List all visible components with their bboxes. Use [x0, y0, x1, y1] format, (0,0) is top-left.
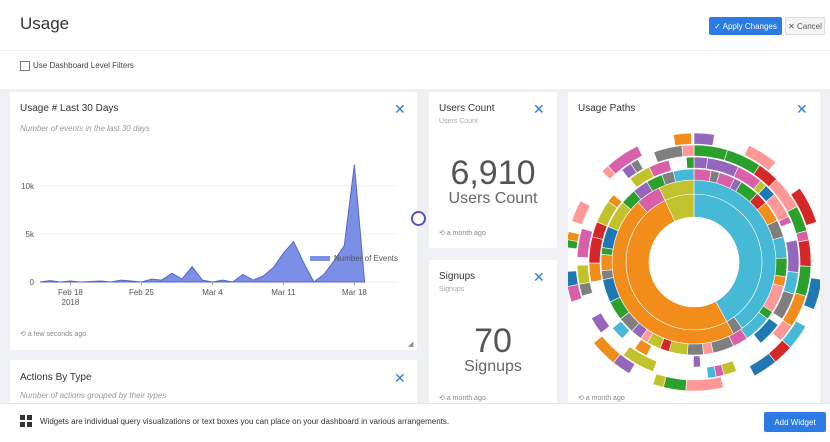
sunburst-segment — [706, 365, 717, 379]
widget-subtitle: Signups — [439, 286, 465, 293]
series-area — [39, 164, 366, 283]
sunburst-segment — [797, 239, 812, 267]
x-tick-label: Feb 25 — [129, 288, 154, 297]
sunburst-segment — [601, 269, 614, 280]
widget-title: Signups — [439, 271, 476, 282]
counter-value: 6,910 — [450, 154, 536, 192]
dashboard-filters-label: Use Dashboard Level Filters — [33, 61, 134, 70]
close-icon[interactable]: ✕ — [796, 102, 808, 116]
x-tick-label: Mar 11 — [271, 288, 296, 297]
y-tick-label: 5k — [26, 230, 35, 239]
clock-icon: ⟲ — [578, 395, 586, 402]
sunburst-segment — [693, 355, 701, 368]
x-tick-label: Feb 18 — [58, 288, 83, 297]
widget-subtitle: Users Count — [439, 118, 478, 125]
sunburst-segment — [578, 281, 593, 297]
widget-timestamp: ⟲ a month ago — [578, 395, 625, 402]
sunburst-segment — [652, 373, 667, 388]
widget-title: Users Count — [439, 103, 495, 114]
chart-legend: Number of Events — [310, 254, 398, 263]
sunburst-segment — [568, 231, 580, 242]
add-widget-button[interactable]: Add Widget — [764, 412, 826, 432]
sunburst-segment — [672, 168, 695, 183]
y-tick-label: 10k — [21, 182, 35, 191]
sunburst-segment — [685, 376, 724, 392]
add-widget-hint: Widgets are individual query visualizati… — [40, 417, 450, 426]
sunburst-segment — [600, 254, 613, 272]
sunburst-segment — [568, 270, 579, 287]
drag-handle-icon[interactable] — [411, 211, 426, 226]
counter-label: Signups — [464, 358, 522, 375]
dashboard-filters-checkbox[interactable] — [20, 61, 30, 71]
sunburst-segment — [576, 264, 591, 285]
widget-timestamp: ⟲ a month ago — [439, 230, 486, 237]
legend-label: Number of Events — [334, 254, 398, 263]
close-icon[interactable]: ✕ — [394, 371, 406, 385]
widget-subtitle: Number of actions grouped by their types — [20, 391, 167, 400]
widget-timestamp: ⟲ a few seconds ago — [20, 331, 87, 338]
close-icon[interactable]: ✕ — [533, 270, 545, 284]
sunburst-segment — [774, 257, 788, 278]
apply-changes-button[interactable]: ✓ Apply Changes — [709, 17, 782, 35]
sunburst-segment — [672, 132, 692, 146]
users-count-widget: Users Count Users Count ✕ 6,910 Users Co… — [429, 92, 557, 248]
sunburst-segment — [702, 341, 714, 355]
sunburst-segment — [588, 262, 603, 283]
clock-icon: ⟲ — [20, 331, 28, 338]
signups-widget: Signups Signups ✕ 70 Signups ⟲ a month a… — [429, 260, 557, 403]
sunburst-chart — [568, 132, 820, 392]
widget-title: Usage Paths — [578, 103, 636, 114]
sunburst-segment — [571, 200, 591, 225]
sunburst-segment — [693, 168, 712, 182]
y-tick-label: 0 — [30, 278, 35, 287]
close-icon[interactable]: ✕ — [394, 102, 406, 116]
x-tick-label: Mar 18 — [342, 288, 367, 297]
clock-icon: ⟲ — [439, 395, 447, 402]
sunburst-segment — [663, 376, 687, 392]
usage-paths-widget: Usage Paths ✕ ⟲ a month ago — [568, 92, 820, 403]
sunburst-segment — [748, 353, 776, 377]
page-header — [0, 0, 830, 50]
widget-title: Usage # Last 30 Days — [20, 103, 119, 114]
clock-icon: ⟲ — [439, 230, 447, 237]
widget-timestamp: ⟲ a month ago — [439, 395, 486, 402]
resize-handle-icon[interactable]: ◢ — [408, 340, 413, 348]
legend-swatch — [310, 256, 330, 261]
counter-label: Users Count — [448, 190, 538, 207]
sunburst-segment — [685, 156, 695, 169]
usage-widget: Usage # Last 30 Days Number of events in… — [10, 92, 417, 350]
sunburst-segment — [693, 156, 709, 170]
cancel-button[interactable]: ✕ Cancel — [785, 17, 825, 35]
sunburst-segment — [590, 312, 611, 334]
sunburst-segment — [588, 236, 604, 264]
sunburst-segment — [785, 239, 800, 273]
sunburst-segment — [686, 343, 704, 356]
counter-value: 70 — [474, 322, 512, 360]
x-tick-label: Mar 4 — [202, 288, 223, 297]
close-icon[interactable]: ✕ — [533, 102, 545, 116]
widget-subtitle: Number of events in the last 30 days — [20, 124, 150, 133]
sunburst-segment — [593, 335, 621, 364]
widgets-icon — [20, 415, 32, 427]
page-title: Usage — [20, 14, 70, 33]
sunburst-segment — [693, 132, 715, 146]
widget-title: Actions By Type — [20, 372, 92, 383]
sunburst-segment — [681, 144, 695, 157]
x-tick-year: 2018 — [62, 298, 80, 307]
